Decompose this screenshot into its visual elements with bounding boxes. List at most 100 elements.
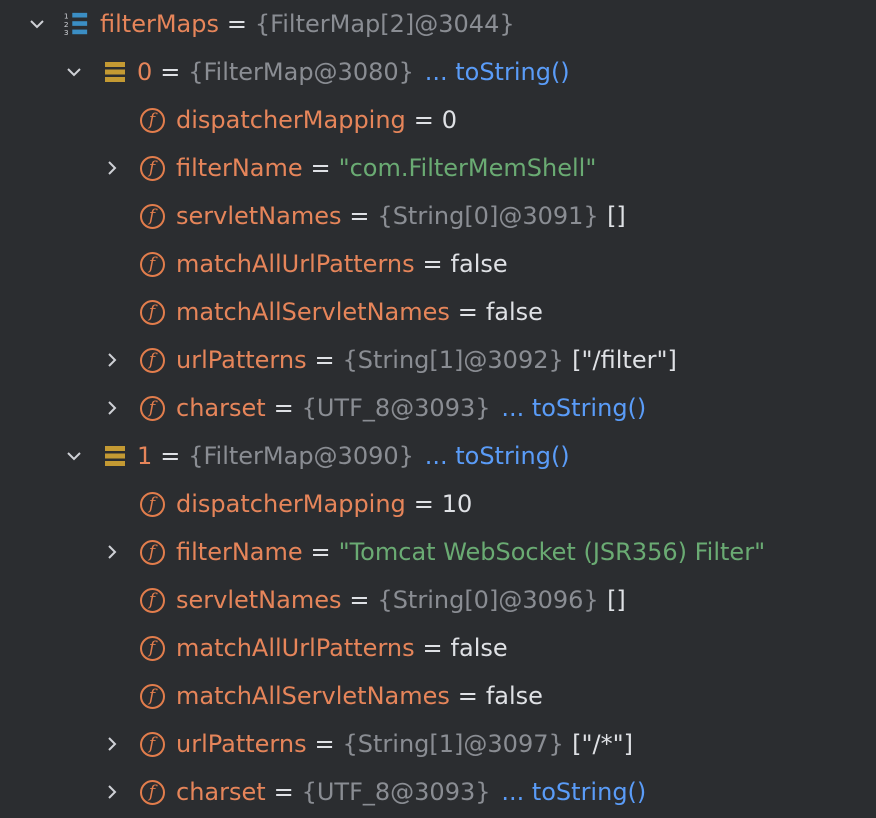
field-name: servletNames xyxy=(176,586,342,614)
tree-row-text: 1 = {FilterMap@3090} ... toString() xyxy=(137,442,570,470)
tree-row-item-1[interactable]: 1 = {FilterMap@3090} ... toString() xyxy=(0,432,876,480)
equals-sign: = xyxy=(422,250,443,278)
element-index: 0 xyxy=(137,58,153,86)
field-icon: f xyxy=(139,251,165,277)
type-label: {String[1]@3097} xyxy=(342,730,564,758)
tree-row-text: dispatcherMapping = 0 xyxy=(176,106,457,134)
type-label: {UTF_8@3093} xyxy=(301,394,491,422)
tree-row-field[interactable]: f filterName = "com.FilterMemShell" xyxy=(0,144,876,192)
tree-row-filtermaps[interactable]: 1 2 3 filterMaps = {FilterMap[2]@3044} xyxy=(0,0,876,48)
chevron-right-icon[interactable] xyxy=(100,732,124,756)
field-icon: f xyxy=(139,155,165,181)
equals-sign: = xyxy=(310,154,331,182)
chevron-down-icon[interactable] xyxy=(62,444,86,468)
tree-row-field[interactable]: f urlPatterns = {String[1]@3092} ["/filt… xyxy=(0,336,876,384)
chevron-right-icon[interactable] xyxy=(100,540,124,564)
chevron-right-icon[interactable] xyxy=(100,156,124,180)
tree-row-field[interactable]: f matchAllUrlPatterns = false xyxy=(0,240,876,288)
tree-row-text: charset = {UTF_8@3093} ... toString() xyxy=(176,394,646,422)
field-value: [] xyxy=(607,202,626,230)
tostring-link[interactable]: ... toString() xyxy=(425,58,570,86)
tree-row-field[interactable]: f matchAllUrlPatterns = false xyxy=(0,624,876,672)
equals-sign: = xyxy=(160,58,181,86)
equals-sign: = xyxy=(457,682,478,710)
field-value: false xyxy=(450,250,508,278)
chevron-right-icon[interactable] xyxy=(100,348,124,372)
tree-row-field[interactable]: f servletNames = {String[0]@3096} [] xyxy=(0,576,876,624)
equals-sign: = xyxy=(314,346,335,374)
field-icon: f xyxy=(139,587,165,613)
tostring-link[interactable]: ... toString() xyxy=(501,778,646,806)
field-name: urlPatterns xyxy=(176,730,307,758)
tree-row-field[interactable]: f servletNames = {String[0]@3091} [] xyxy=(0,192,876,240)
chevron-down-icon[interactable] xyxy=(25,12,49,36)
field-icon: f xyxy=(139,395,165,421)
field-icon: f xyxy=(139,107,165,133)
equals-sign: = xyxy=(273,778,294,806)
equals-sign: = xyxy=(273,394,294,422)
field-value: ["/*"] xyxy=(572,730,634,758)
tree-row-field[interactable]: f charset = {UTF_8@3093} ... toString() xyxy=(0,768,876,816)
equals-sign: = xyxy=(422,634,443,662)
string-value: "com.FilterMemShell" xyxy=(338,154,597,182)
tree-row-text: urlPatterns = {String[1]@3097} ["/*"] xyxy=(176,730,633,758)
tree-row-text: dispatcherMapping = 10 xyxy=(176,490,472,518)
field-name: matchAllServletNames xyxy=(176,682,450,710)
field-name: dispatcherMapping xyxy=(176,490,406,518)
tostring-link[interactable]: ... toString() xyxy=(501,394,646,422)
field-name: filterName xyxy=(176,154,303,182)
array-element-icon xyxy=(102,443,128,469)
type-label: {FilterMap@3080} xyxy=(188,58,414,86)
equals-sign: = xyxy=(226,10,247,38)
equals-sign: = xyxy=(349,586,370,614)
equals-sign: = xyxy=(160,442,181,470)
tree-row-text: servletNames = {String[0]@3091} [] xyxy=(176,202,626,230)
tree-row-text: filterName = "Tomcat WebSocket (JSR356) … xyxy=(176,538,765,566)
tostring-link[interactable]: ... toString() xyxy=(425,442,570,470)
field-icon: f xyxy=(139,635,165,661)
type-label: {String[0]@3091} xyxy=(377,202,599,230)
field-name: dispatcherMapping xyxy=(176,106,406,134)
tree-row-text: filterMaps = {FilterMap[2]@3044} xyxy=(100,10,515,38)
tree-row-text: filterName = "com.FilterMemShell" xyxy=(176,154,596,182)
tree-row-field[interactable]: f urlPatterns = {String[1]@3097} ["/*"] xyxy=(0,720,876,768)
debugger-variables-tree: 1 2 3 filterMaps = {FilterMap[2]@3044} 0… xyxy=(0,0,876,818)
tree-row-field[interactable]: f charset = {UTF_8@3093} ... toString() xyxy=(0,384,876,432)
tree-row-field[interactable]: f filterName = "Tomcat WebSocket (JSR356… xyxy=(0,528,876,576)
chevron-right-icon[interactable] xyxy=(100,396,124,420)
tree-row-text: charset = {UTF_8@3093} ... toString() xyxy=(176,778,646,806)
field-icon: f xyxy=(139,731,165,757)
tree-row-text: urlPatterns = {String[1]@3092} ["/filter… xyxy=(176,346,677,374)
tree-row-field[interactable]: f dispatcherMapping = 10 xyxy=(0,480,876,528)
chevron-down-icon[interactable] xyxy=(62,60,86,84)
tree-row-field[interactable]: f dispatcherMapping = 0 xyxy=(0,96,876,144)
svg-text:3: 3 xyxy=(64,28,69,37)
chevron-right-icon[interactable] xyxy=(100,780,124,804)
type-label: {String[0]@3096} xyxy=(377,586,599,614)
tree-row-item-0[interactable]: 0 = {FilterMap@3080} ... toString() xyxy=(0,48,876,96)
field-name: servletNames xyxy=(176,202,342,230)
field-icon: f xyxy=(139,683,165,709)
field-value: false xyxy=(485,682,543,710)
tree-row-field[interactable]: f matchAllServletNames = false xyxy=(0,288,876,336)
field-icon: f xyxy=(139,779,165,805)
type-label: {UTF_8@3093} xyxy=(301,778,491,806)
tree-row-text: matchAllUrlPatterns = false xyxy=(176,634,508,662)
ordered-list-icon: 1 2 3 xyxy=(63,11,89,37)
field-value: [] xyxy=(607,586,626,614)
field-value: 0 xyxy=(441,106,457,134)
field-value: ["/filter"] xyxy=(572,346,677,374)
field-name: charset xyxy=(176,778,266,806)
field-name: matchAllUrlPatterns xyxy=(176,634,415,662)
tree-row-text: matchAllServletNames = false xyxy=(176,298,543,326)
field-name: urlPatterns xyxy=(176,346,307,374)
field-name: matchAllServletNames xyxy=(176,298,450,326)
tree-row-field[interactable]: f matchAllServletNames = false xyxy=(0,672,876,720)
field-value: 10 xyxy=(441,490,473,518)
field-value: false xyxy=(485,298,543,326)
string-value: "Tomcat WebSocket (JSR356) Filter" xyxy=(338,538,766,566)
field-icon: f xyxy=(139,347,165,373)
tree-row-text: matchAllServletNames = false xyxy=(176,682,543,710)
tree-row-text: matchAllUrlPatterns = false xyxy=(176,250,508,278)
field-icon: f xyxy=(139,203,165,229)
